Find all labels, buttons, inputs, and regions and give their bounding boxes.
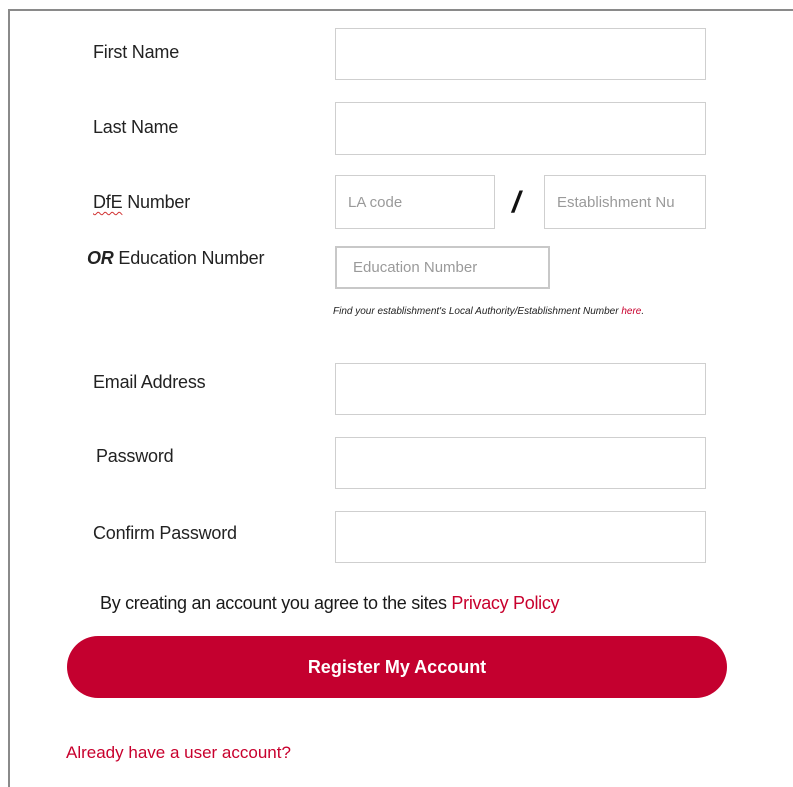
email-label: Email Address	[93, 372, 206, 392]
education-number-label-rest: Education Number	[113, 248, 265, 268]
dfe-word: DfE	[93, 192, 123, 212]
dfe-separator: /	[512, 186, 521, 219]
first-name-label: First Name	[93, 42, 180, 62]
hint-text: Find your establishment's Local Authorit…	[333, 306, 622, 317]
education-number-label: OR Education Number	[87, 248, 264, 269]
hint-suffix: .	[641, 306, 645, 317]
or-prefix: OR	[87, 248, 114, 268]
login-link[interactable]: Already have a user account?	[66, 743, 291, 763]
confirm-password-input[interactable]	[335, 511, 706, 563]
privacy-agreement: By creating an account you agree to the …	[100, 593, 560, 614]
last-name-label: Last Name	[93, 117, 179, 137]
education-number-input[interactable]	[335, 246, 550, 289]
establishment-hint: Find your establishment's Local Authorit…	[333, 303, 673, 320]
password-label: Password	[96, 446, 174, 466]
privacy-policy-link[interactable]: Privacy Policy	[451, 593, 559, 613]
dfe-number-label-rest: Number	[122, 192, 191, 212]
confirm-password-label: Confirm Password	[93, 523, 237, 543]
last-name-input[interactable]	[335, 102, 706, 155]
establishment-number-input[interactable]	[544, 175, 706, 229]
dfe-number-label: DfE Number	[93, 192, 190, 213]
register-button[interactable]: Register My Account	[67, 636, 727, 698]
password-input[interactable]	[335, 437, 706, 489]
la-code-input[interactable]	[335, 175, 495, 229]
agreement-text: By creating an account you agree to the …	[100, 593, 452, 613]
email-input[interactable]	[335, 363, 706, 415]
hint-here-link[interactable]: here	[621, 306, 641, 317]
first-name-input[interactable]	[335, 28, 706, 80]
